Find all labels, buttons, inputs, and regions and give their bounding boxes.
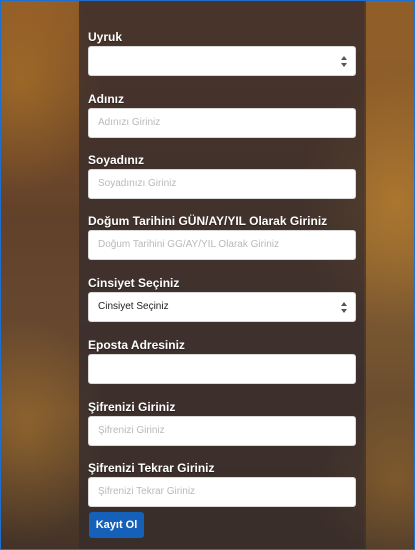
- password-repeat-label: Şifrenizi Tekrar Giriniz: [88, 461, 215, 475]
- email-label: Eposta Adresiniz: [88, 338, 185, 352]
- nationality-select[interactable]: [88, 46, 356, 76]
- password-placeholder: Şifrenizi Giriniz: [98, 425, 165, 436]
- first-name-label: Adınız: [88, 92, 124, 106]
- last-name-input[interactable]: Soyadınızı Giriniz: [88, 169, 356, 199]
- last-name-placeholder: Soyadınızı Giriniz: [98, 178, 177, 189]
- background-image-right: [364, 1, 414, 549]
- last-name-label: Soyadınız: [88, 153, 145, 167]
- select-arrows-icon: [341, 302, 347, 314]
- select-arrows-icon: [341, 56, 347, 68]
- email-input[interactable]: [88, 354, 356, 384]
- gender-label: Cinsiyet Seçiniz: [88, 276, 180, 290]
- birth-date-placeholder: Doğum Tarihini GG/AY/YIL Olarak Giriniz: [98, 239, 279, 250]
- gender-select-value: Cinsiyet Seçiniz: [98, 301, 169, 312]
- password-input[interactable]: Şifrenizi Giriniz: [88, 416, 356, 446]
- first-name-input[interactable]: Adınızı Giriniz: [88, 108, 356, 138]
- birth-date-input[interactable]: Doğum Tarihini GG/AY/YIL Olarak Giriniz: [88, 230, 356, 260]
- first-name-placeholder: Adınızı Giriniz: [98, 117, 161, 128]
- register-button[interactable]: Kayıt Ol: [89, 512, 144, 538]
- gender-select[interactable]: Cinsiyet Seçiniz: [88, 292, 356, 322]
- registration-form: Uyruk Adınız Adınızı Giriniz Soyadınız S…: [88, 30, 356, 507]
- background-image-left: [1, 1, 79, 549]
- password-repeat-placeholder: Şifrenizi Tekrar Giriniz: [98, 486, 196, 497]
- password-repeat-input[interactable]: Şifrenizi Tekrar Giriniz: [88, 477, 356, 507]
- birth-date-label: Doğum Tarihini GÜN/AY/YIL Olarak Giriniz: [88, 214, 328, 228]
- password-label: Şifrenizi Giriniz: [88, 400, 176, 414]
- nationality-label: Uyruk: [88, 30, 123, 44]
